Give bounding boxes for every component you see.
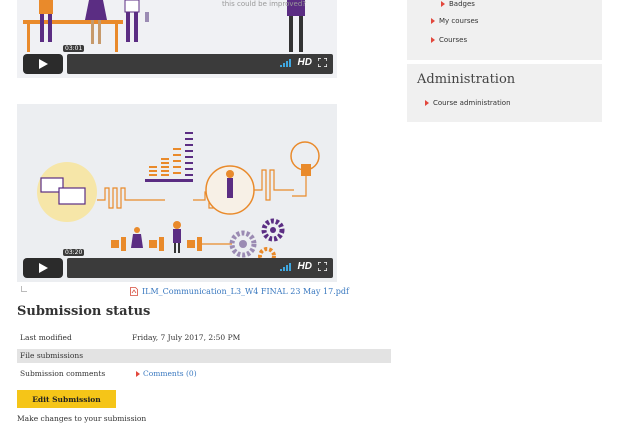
pdf-file-icon: [130, 287, 138, 296]
nav-item-course-administration[interactable]: Course administration: [425, 99, 511, 107]
arrow-right-icon: [136, 371, 140, 377]
video-time: 03:01: [63, 45, 85, 52]
volume-icon[interactable]: [279, 58, 292, 67]
edit-submission-help: Make changes to your submission: [17, 414, 147, 423]
comments-link-label[interactable]: Comments (0): [143, 367, 197, 381]
video-player-2[interactable]: 03:20 HD: [17, 104, 337, 282]
navigation-block: Badges My courses Courses: [407, 0, 602, 60]
hd-toggle[interactable]: HD: [298, 57, 312, 68]
attachment-filename[interactable]: ILM_Communication_L3_W4 FINAL 23 May 17.…: [142, 287, 349, 296]
video-caption: this could be improved?: [222, 0, 306, 8]
status-row-submission-comments: Submission comments Comments (0): [17, 367, 391, 381]
arrow-right-icon: [431, 18, 435, 24]
arrow-right-icon: [425, 100, 429, 106]
play-button[interactable]: [23, 54, 63, 74]
arrow-right-icon: [441, 1, 445, 7]
submission-status-heading: Submission status: [17, 304, 151, 319]
row-label: File submissions: [17, 349, 130, 363]
row-label: Last modified: [20, 333, 72, 342]
attachment-link[interactable]: ILM_Communication_L3_W4 FINAL 23 May 17.…: [130, 287, 349, 296]
row-value: Friday, 7 July 2017, 2:50 PM: [132, 333, 241, 342]
row-label: Submission comments: [20, 369, 106, 378]
nav-item-courses[interactable]: Courses: [431, 36, 467, 44]
video-player-1[interactable]: this could be improved? 03:01 HD: [17, 0, 337, 78]
nav-item-label[interactable]: Badges: [449, 0, 475, 8]
status-row-file-submissions: File submissions: [17, 349, 391, 363]
nav-item-label[interactable]: My courses: [439, 17, 478, 25]
fullscreen-icon[interactable]: [318, 262, 327, 271]
row-value: [130, 349, 391, 363]
hd-toggle[interactable]: HD: [298, 261, 312, 272]
indent-marker: [21, 286, 27, 292]
nav-item-my-courses[interactable]: My courses: [431, 17, 478, 25]
play-icon: [39, 263, 48, 273]
nav-item-badges[interactable]: Badges: [441, 0, 475, 8]
fullscreen-icon[interactable]: [318, 58, 327, 67]
administration-heading: Administration: [417, 72, 516, 87]
video-controls-1: 03:01 HD: [21, 45, 333, 74]
arrow-right-icon: [431, 37, 435, 43]
volume-icon[interactable]: [279, 262, 292, 271]
play-button[interactable]: [23, 258, 63, 278]
administration-block: Administration Course administration: [407, 64, 602, 122]
nav-item-label[interactable]: Course administration: [433, 99, 511, 107]
video-controls-2: 03:20 HD: [21, 249, 333, 278]
video-time: 03:20: [63, 249, 85, 256]
nav-item-label[interactable]: Courses: [439, 36, 467, 44]
edit-submission-button[interactable]: Edit Submission: [17, 390, 116, 408]
play-icon: [39, 59, 48, 69]
status-row-last-modified: Last modified Friday, 7 July 2017, 2:50 …: [17, 331, 391, 345]
comments-link[interactable]: Comments (0): [132, 367, 197, 381]
